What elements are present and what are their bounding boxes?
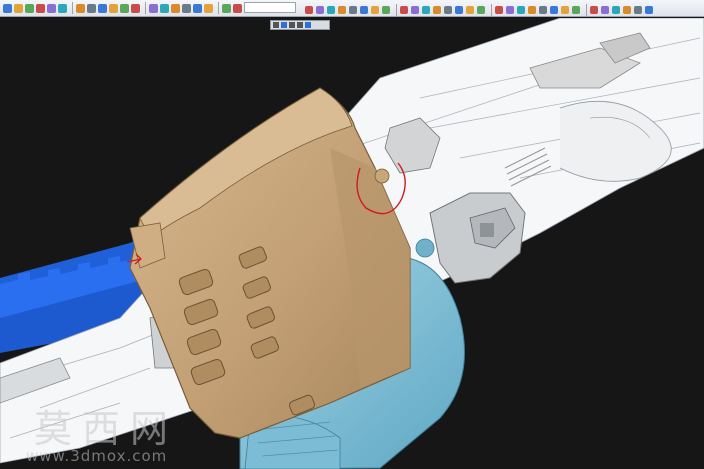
main-toolbar <box>0 0 704 17</box>
view-front-icon[interactable] <box>131 3 140 13</box>
section-icon[interactable] <box>360 6 368 14</box>
toolbar-separator <box>72 2 73 14</box>
section-icon[interactable] <box>120 3 129 13</box>
toolbar-icons-left <box>3 2 266 14</box>
camera-icon[interactable] <box>444 6 452 14</box>
layers-icon[interactable] <box>222 3 231 13</box>
pan-icon[interactable] <box>76 3 85 13</box>
toolbar-separator <box>218 2 219 14</box>
redo-icon[interactable] <box>47 3 56 13</box>
light-icon[interactable] <box>193 3 202 13</box>
toolbar-separator <box>145 2 146 14</box>
open-icon[interactable] <box>477 6 485 14</box>
zoom-fit-icon[interactable] <box>98 3 107 13</box>
zoom-icon[interactable] <box>561 6 569 14</box>
toolbar-separator <box>586 4 587 16</box>
measure-icon[interactable] <box>349 6 357 14</box>
pan-icon[interactable] <box>316 6 324 14</box>
watermark-chinese: 莫西网 <box>34 407 179 451</box>
view-front-icon[interactable] <box>371 6 379 14</box>
view-iso-icon[interactable] <box>634 6 642 14</box>
undo-icon[interactable] <box>36 3 45 13</box>
render-icon[interactable] <box>645 6 653 14</box>
settings-icon[interactable] <box>233 3 242 13</box>
save-icon[interactable] <box>14 3 23 13</box>
camera-icon[interactable] <box>204 3 213 13</box>
print-icon[interactable] <box>25 3 34 13</box>
measure-icon[interactable] <box>109 3 118 13</box>
view-top-icon[interactable] <box>382 6 390 14</box>
rotate-icon[interactable] <box>539 6 547 14</box>
toolbar-separator <box>491 4 492 16</box>
save-icon[interactable] <box>495 6 503 14</box>
toolbar-separator <box>396 4 397 16</box>
view-top-icon[interactable] <box>149 3 158 13</box>
watermark-url: www.3dmox.com <box>26 447 168 465</box>
settings-icon[interactable] <box>466 6 474 14</box>
zoom-fit-icon[interactable] <box>338 6 346 14</box>
render-icon[interactable] <box>411 6 419 14</box>
view-iso-icon[interactable] <box>160 3 169 13</box>
measure-icon[interactable] <box>590 6 598 14</box>
view-top-icon[interactable] <box>623 6 631 14</box>
zoom-fit-icon[interactable] <box>572 6 580 14</box>
section-icon[interactable] <box>601 6 609 14</box>
pan-icon[interactable] <box>550 6 558 14</box>
open-icon[interactable] <box>3 3 12 13</box>
zoom-icon[interactable] <box>327 6 335 14</box>
title-field[interactable] <box>244 2 296 13</box>
wireframe-icon[interactable] <box>422 6 430 14</box>
print-icon[interactable] <box>506 6 514 14</box>
zoom-icon[interactable] <box>87 3 96 13</box>
light-icon[interactable] <box>433 6 441 14</box>
view-front-icon[interactable] <box>612 6 620 14</box>
rotate-icon[interactable] <box>305 6 313 14</box>
render-icon[interactable] <box>171 3 180 13</box>
toolbar-icons-right <box>305 4 656 16</box>
rotate-icon[interactable] <box>58 3 67 13</box>
wireframe-icon[interactable] <box>182 3 191 13</box>
redo-icon[interactable] <box>528 6 536 14</box>
layers-icon[interactable] <box>455 6 463 14</box>
undo-icon[interactable] <box>517 6 525 14</box>
view-iso-icon[interactable] <box>400 6 408 14</box>
